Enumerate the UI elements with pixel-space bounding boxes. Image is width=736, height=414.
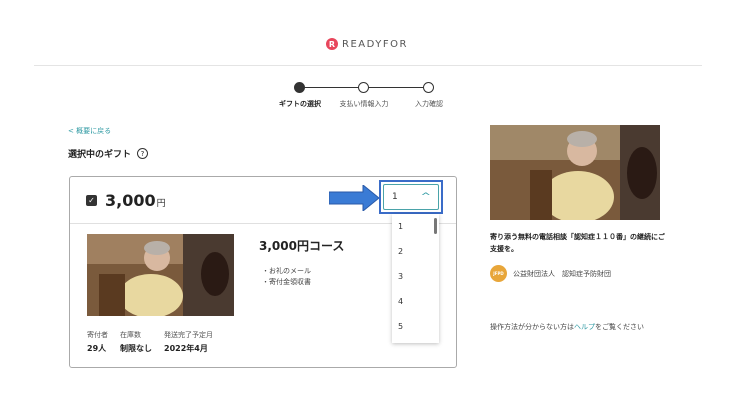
gift-stats: 寄付者 29人 在庫数 制限なし 発送完了予定月 2022年4月: [87, 330, 213, 354]
dropdown-scrollbar[interactable]: [434, 218, 437, 234]
step-dot-3: [423, 82, 434, 93]
help-suffix: をご覧ください: [595, 323, 644, 331]
price-amount: 3,000: [105, 191, 156, 210]
step-label-payment: 支払い情報入力: [339, 100, 389, 108]
quantity-select[interactable]: 1 ^: [383, 184, 439, 210]
help-prefix: 操作方法が分からない方は: [490, 323, 574, 331]
gift-card-header: ✓ 3,000円: [86, 191, 166, 210]
stat-label: 在庫数: [120, 331, 141, 339]
help-text: 操作方法が分からない方はヘルプをご覧ください: [490, 322, 644, 332]
stat-label: 発送完了予定月: [164, 331, 213, 339]
stat-value: 制限なし: [120, 344, 152, 353]
stat-value: 29人: [87, 344, 107, 353]
organization[interactable]: JFPD 公益財団法人 認知症予防財団: [490, 265, 611, 282]
progress-stepper: ギフトの選択 支払い情報入力 入力確認: [274, 80, 454, 112]
readyfor-logo-icon: R: [326, 38, 338, 50]
section-title: 選択中のギフト ?: [68, 147, 149, 160]
step-dot-1: [294, 82, 305, 93]
quantity-option[interactable]: 1: [392, 214, 439, 239]
step-dot-2: [358, 82, 369, 93]
organization-name: 公益財団法人 認知症予防財団: [513, 269, 611, 278]
back-to-overview-link[interactable]: < 概要に戻る: [68, 126, 111, 136]
quantity-value: 1: [392, 192, 398, 202]
gift-image: [87, 234, 234, 316]
help-link[interactable]: ヘルプ: [574, 323, 595, 331]
stat-delivery: 発送完了予定月 2022年4月: [164, 330, 213, 354]
section-title-text: 選択中のギフト: [68, 150, 132, 160]
checkbox-checked-icon[interactable]: ✓: [86, 195, 97, 206]
logo-text: READYFOR: [342, 38, 408, 50]
stat-supporters: 寄付者 29人: [87, 330, 108, 354]
stat-stock: 在庫数 制限なし: [120, 330, 152, 354]
gift-item: ・寄付金領収書: [262, 278, 311, 286]
gift-course-title: 3,000円コース: [259, 239, 345, 253]
step-connector: [300, 87, 364, 88]
gift-item: ・お礼のメール: [262, 267, 311, 275]
chevron-up-icon: ^: [420, 192, 432, 202]
quantity-option[interactable]: 3: [392, 264, 439, 289]
quantity-dropdown: 1 2 3 4 5: [392, 214, 439, 343]
site-header: R READYFOR: [34, 30, 702, 66]
quantity-select-highlight: 1 ^: [379, 180, 443, 214]
step-label-select-gift: ギフトの選択: [279, 100, 321, 108]
quantity-option[interactable]: 5: [392, 314, 439, 339]
arrow-right-icon: [329, 185, 379, 211]
quantity-option[interactable]: 4: [392, 289, 439, 314]
readyfor-logo[interactable]: R READYFOR: [326, 38, 408, 50]
quantity-option[interactable]: 2: [392, 239, 439, 264]
step-connector: [364, 87, 428, 88]
project-title[interactable]: 寄り添う無料の電話相談「認知症１１０番」の継続にご支援を。: [490, 231, 670, 255]
gift-items-list: ・お礼のメール ・寄付金領収書: [262, 266, 311, 288]
price-unit: 円: [156, 199, 166, 209]
question-circle-icon[interactable]: ?: [137, 148, 149, 159]
project-image: [490, 125, 660, 220]
stat-value: 2022年4月: [164, 344, 208, 353]
stat-label: 寄付者: [87, 331, 108, 339]
avatar: JFPD: [490, 265, 507, 282]
step-label-confirm: 入力確認: [415, 100, 443, 108]
gift-price: 3,000円: [105, 191, 166, 210]
